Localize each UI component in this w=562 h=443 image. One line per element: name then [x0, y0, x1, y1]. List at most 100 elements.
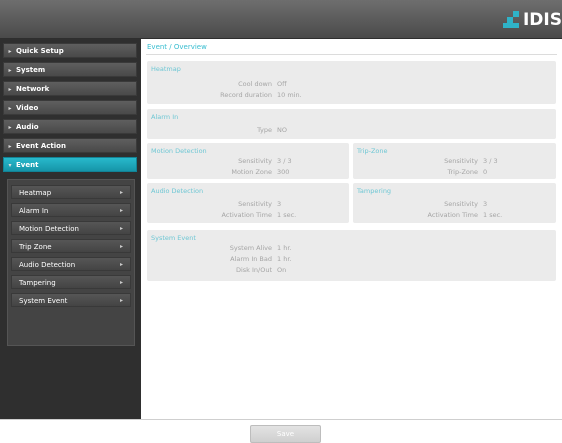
row-label: Trip-Zone	[447, 168, 478, 176]
info-row: Cool down Off	[147, 80, 287, 88]
submenu-item-label: Motion Detection	[19, 225, 79, 233]
info-row: Alarm In Bad 1 hr.	[147, 255, 291, 263]
row-value: 3	[277, 200, 282, 208]
menu-item-label: Event	[16, 161, 39, 169]
row-value: 1 sec.	[277, 211, 297, 219]
trip-zone-panel: Trip-Zone Sensitivity 3 / 3 Trip-Zone 0	[353, 143, 556, 179]
submenu-item-system-event[interactable]: System Event ▸	[11, 293, 131, 307]
menu-item-network[interactable]: ▸ Network	[3, 81, 137, 96]
main-content: Event / Overview Heatmap Cool down Off Re…	[141, 39, 562, 419]
menu-item-label: Event Action	[16, 142, 66, 150]
row-label: Motion Zone	[231, 168, 272, 176]
row-value: 10 min.	[277, 91, 302, 99]
row-value: On	[277, 266, 287, 274]
row-value: 300	[277, 168, 290, 176]
logo-mark-icon	[502, 11, 521, 29]
info-row: Type NO	[147, 126, 287, 134]
info-row: Motion Zone 300	[147, 168, 289, 176]
menu-item-quick-setup[interactable]: ▸ Quick Setup	[3, 43, 137, 58]
event-submenu: Heatmap ▸ Alarm In ▸ Motion Detection ▸ Tri…	[7, 179, 135, 346]
panel-title: Tampering	[357, 187, 392, 195]
panel-title: Audio Detection	[151, 187, 204, 195]
chevron-right-icon: ▸	[119, 297, 123, 304]
row-value: 3 / 3	[483, 157, 498, 165]
submenu-item-motion-detection[interactable]: Motion Detection ▸	[11, 221, 131, 235]
heatmap-panel: Heatmap Cool down Off Record duration 10 m…	[147, 61, 556, 104]
row-value: NO	[277, 126, 287, 134]
panel-title: Motion Detection	[151, 147, 207, 155]
menu-item-video[interactable]: ▸ Video	[3, 100, 137, 115]
idis-logo: IDIS	[502, 9, 562, 31]
divider	[146, 54, 557, 55]
sidebar: ▸ Quick Setup ▸ System ▸ Network ▸ Video ▸ Au…	[0, 39, 141, 419]
breadcrumb: Event / Overview	[147, 43, 207, 51]
chevron-right-icon: ▸	[8, 143, 12, 150]
info-row: Activation Time 1 sec.	[353, 211, 502, 219]
row-label: Alarm In Bad	[230, 255, 272, 263]
top-header-bar: IDIS	[0, 0, 562, 39]
chevron-right-icon: ▸	[8, 48, 12, 55]
info-row: Record duration 10 min.	[147, 91, 302, 99]
submenu-item-label: System Event	[19, 297, 68, 305]
submenu-item-tampering[interactable]: Tampering ▸	[11, 275, 131, 289]
submenu-item-label: Tampering	[19, 279, 56, 287]
panel-title: Heatmap	[151, 65, 181, 73]
row-label: Cool down	[238, 80, 272, 88]
footer-bar: Save	[0, 419, 562, 443]
chevron-down-icon: ▾	[8, 162, 12, 169]
menu-item-label: Network	[16, 85, 50, 93]
menu-item-label: Quick Setup	[16, 47, 64, 55]
chevron-right-icon: ▸	[119, 261, 123, 268]
info-row: System Alive 1 hr.	[147, 244, 292, 252]
menu-item-label: Audio	[16, 123, 39, 131]
submenu-item-trip-zone[interactable]: Trip Zone ▸	[11, 239, 131, 253]
row-label: Activation Time	[427, 211, 478, 219]
row-value: 3 / 3	[277, 157, 292, 165]
chevron-right-icon: ▸	[8, 86, 12, 93]
system-event-panel: System Event System Alive 1 hr. Alarm In …	[147, 230, 556, 281]
chevron-right-icon: ▸	[119, 207, 123, 214]
submenu-item-audio-detection[interactable]: Audio Detection ▸	[11, 257, 131, 271]
chevron-right-icon: ▸	[119, 189, 123, 196]
row-label: Sensitivity	[444, 157, 478, 165]
menu-item-audio[interactable]: ▸ Audio	[3, 119, 137, 134]
panel-title: System Event	[151, 234, 196, 242]
row-value: Off	[277, 80, 287, 88]
info-row: Sensitivity 3 / 3	[147, 157, 292, 165]
chevron-right-icon: ▸	[8, 105, 12, 112]
row-label: Sensitivity	[444, 200, 478, 208]
chevron-right-icon: ▸	[119, 225, 123, 232]
info-row: Sensitivity 3	[353, 200, 487, 208]
chevron-right-icon: ▸	[8, 67, 12, 74]
submenu-item-alarm-in[interactable]: Alarm In ▸	[11, 203, 131, 217]
info-row: Activation Time 1 sec.	[147, 211, 296, 219]
audio-detection-panel: Audio Detection Sensitivity 3 Activation …	[147, 183, 349, 223]
menu-item-label: System	[16, 66, 46, 74]
panel-title: Trip-Zone	[357, 147, 388, 155]
row-label: Sensitivity	[238, 200, 272, 208]
logo-text: IDIS	[522, 10, 562, 30]
chevron-right-icon: ▸	[119, 243, 123, 250]
row-label: System Alive	[229, 244, 272, 252]
submenu-item-label: Heatmap	[19, 189, 52, 197]
submenu-item-heatmap[interactable]: Heatmap ▸	[11, 185, 131, 199]
submenu-item-label: Audio Detection	[19, 261, 76, 269]
save-button[interactable]: Save	[250, 425, 321, 443]
chevron-right-icon: ▸	[8, 124, 12, 131]
row-value: 1 hr.	[277, 255, 292, 263]
row-label: Disk In/Out	[235, 266, 272, 274]
row-label: Type	[257, 126, 272, 134]
menu-item-system[interactable]: ▸ System	[3, 62, 137, 77]
row-value: 1 hr.	[277, 244, 292, 252]
info-row: Trip-Zone 0	[353, 168, 487, 176]
tampering-panel: Tampering Sensitivity 3 Activation Time 1 …	[353, 183, 556, 223]
submenu-item-label: Trip Zone	[19, 243, 52, 251]
row-label: Sensitivity	[238, 157, 272, 165]
info-row: Sensitivity 3 / 3	[353, 157, 498, 165]
menu-item-label: Video	[16, 104, 39, 112]
row-value: 0	[483, 168, 488, 176]
submenu-item-label: Alarm In	[19, 207, 49, 215]
menu-item-event-action[interactable]: ▸ Event Action	[3, 138, 137, 153]
alarm-in-panel: Alarm In Type NO	[147, 109, 556, 139]
menu-item-event[interactable]: ▾ Event	[3, 157, 137, 172]
